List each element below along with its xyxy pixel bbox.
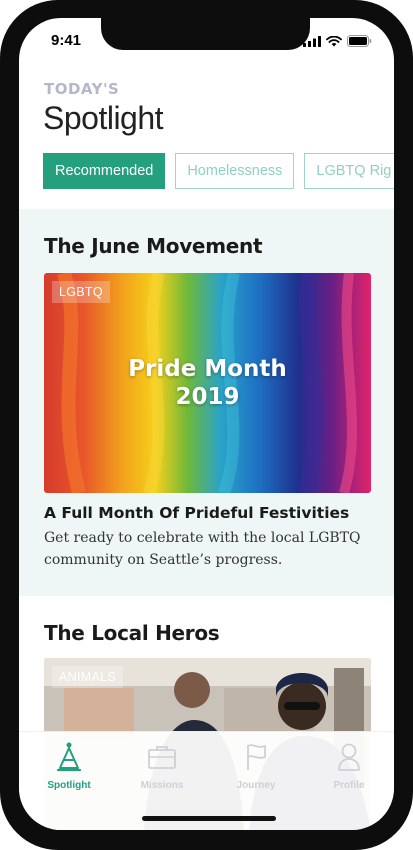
wifi-icon <box>326 35 342 46</box>
tab-journey-label: Journey <box>236 780 276 791</box>
status-icons <box>303 35 372 47</box>
chip-recommended[interactable]: Recommended <box>43 153 166 189</box>
status-time: 9:41 <box>51 32 82 49</box>
tab-missions[interactable]: Missions <box>115 732 209 802</box>
tab-journey[interactable]: Journey <box>209 732 303 802</box>
pride-card-image[interactable]: LGBTQ Pride Month 2019 <box>44 273 371 493</box>
tab-missions-label: Missions <box>140 780 184 791</box>
device-notch <box>101 18 310 50</box>
article-description: Get ready to celebrate with the local LG… <box>44 530 361 568</box>
person-icon <box>338 743 360 771</box>
article-title[interactable]: A Full Month Of Prideful Festivities <box>44 504 349 522</box>
card-tag-lgbtq: LGBTQ <box>52 281 110 303</box>
app-screen: 9:41 TODAY'S Spotlight Recommended Homel… <box>19 18 394 830</box>
tab-spotlight[interactable]: Spotlight <box>22 732 116 802</box>
chip-lgbtq-rights[interactable]: LGBTQ Rig <box>304 153 394 189</box>
flag-icon <box>247 744 266 770</box>
home-indicator[interactable] <box>142 816 276 821</box>
card-tag-animals: ANIMALS <box>52 666 123 688</box>
section-title-local-heros: The Local Heros <box>44 621 220 645</box>
battery-icon <box>347 35 372 47</box>
header-eyebrow: TODAY'S <box>44 80 120 98</box>
image-text-line2: 2019 <box>175 384 240 410</box>
tab-profile-label: Profile <box>333 780 365 791</box>
briefcase-icon <box>148 746 176 769</box>
spotlight-icon <box>56 742 82 772</box>
tab-spotlight-label: Spotlight <box>47 780 91 791</box>
phone-frame: 9:41 TODAY'S Spotlight Recommended Homel… <box>0 0 413 850</box>
category-chips: Recommended Homelessness LGBTQ Rig <box>43 153 394 189</box>
tab-profile[interactable]: Profile <box>302 732 394 802</box>
section-title-june-movement: The June Movement <box>44 234 263 258</box>
image-text-line1: Pride Month <box>128 356 287 382</box>
chip-homelessness[interactable]: Homelessness <box>175 153 295 189</box>
image-overlay-text: Pride Month 2019 <box>44 355 371 411</box>
page-title: Spotlight <box>43 100 164 136</box>
